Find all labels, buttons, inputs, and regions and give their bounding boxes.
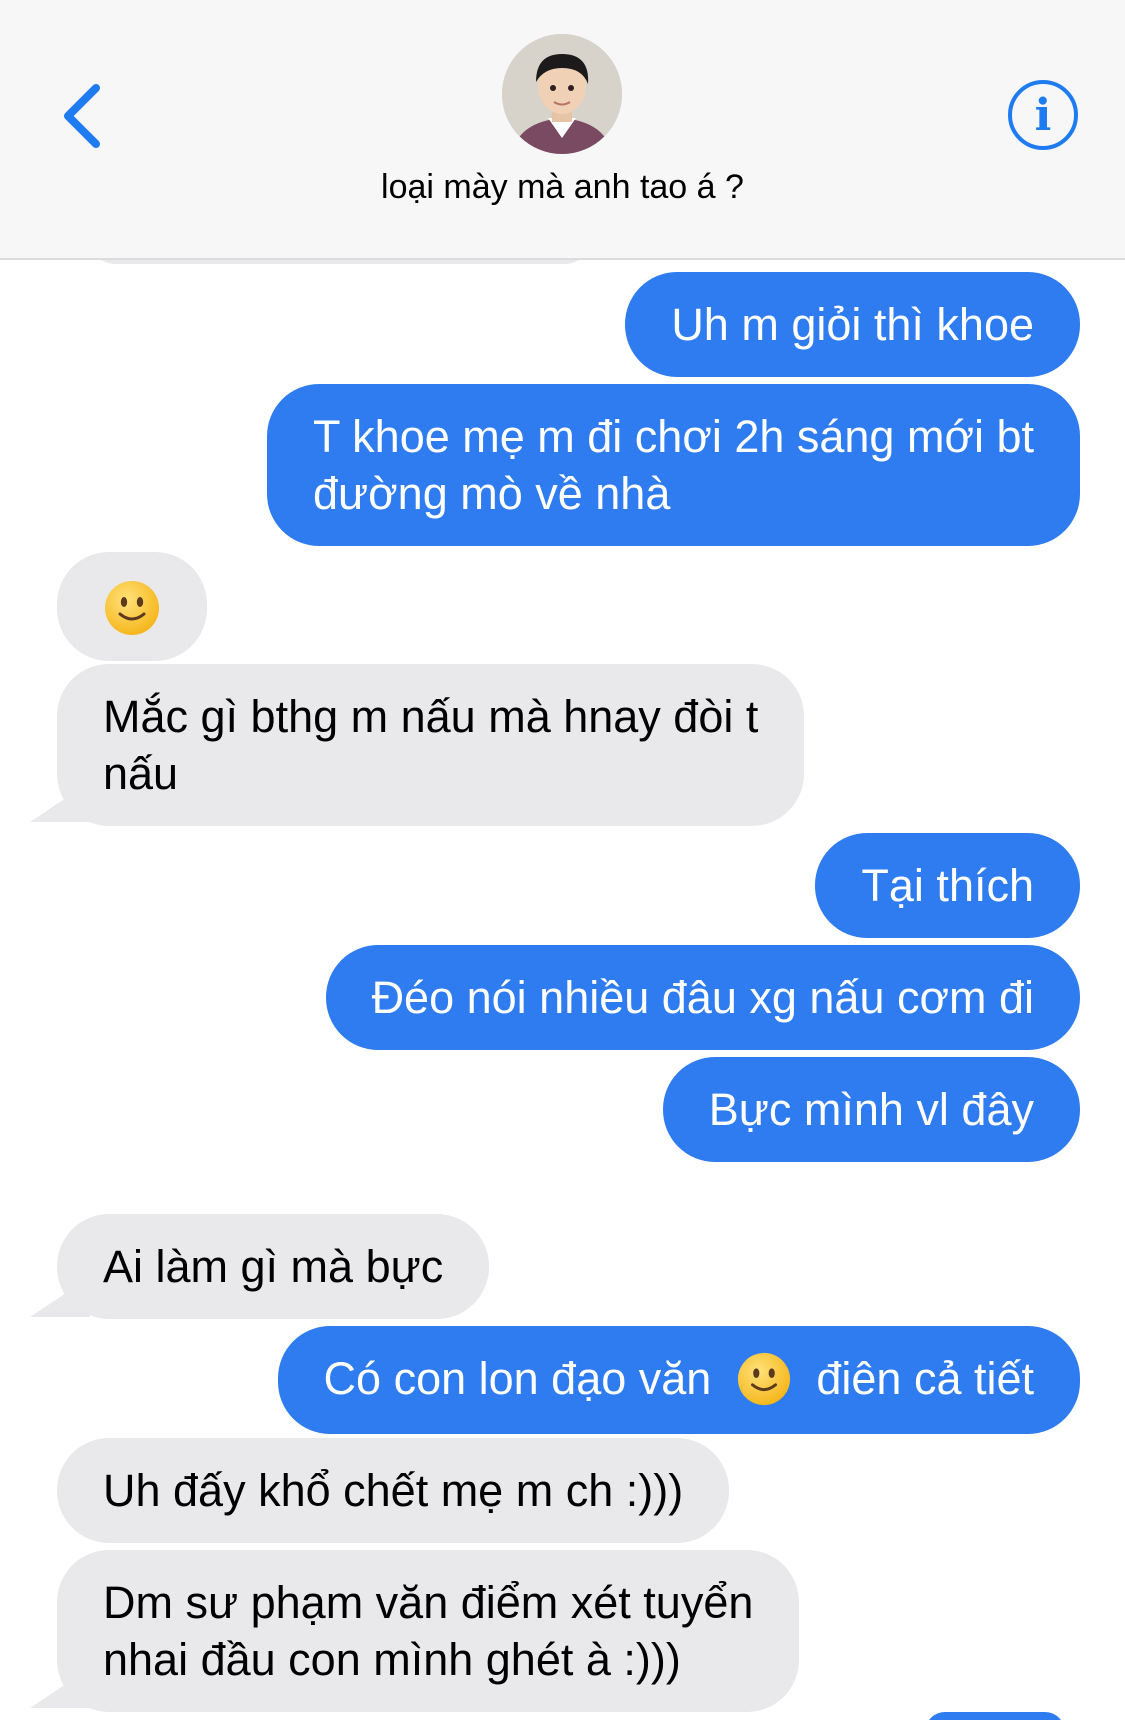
contact-name[interactable]: loại mày mà anh tao á ? [0, 168, 1125, 207]
received-message[interactable]: Uh đấy khổ chết mẹ m ch :))) [57, 1438, 730, 1543]
info-button[interactable]: i [1008, 80, 1078, 150]
message-text-before-emoji: Có con lon đạo văn [323, 1353, 712, 1404]
partially-hidden-message [925, 1712, 1065, 1720]
message-text: Đéo nói nhiều đâu xg nấu cơm đi [371, 972, 1034, 1023]
message-text: Uh m giỏi thì khoe [671, 299, 1034, 350]
message-text: Tại thích [861, 860, 1034, 911]
chevron-left-icon [64, 84, 100, 148]
info-icon: i [1034, 90, 1052, 141]
received-message[interactable]: Ai làm gì mà bực [57, 1214, 490, 1319]
message-text: T khoe mẹ m đi chơi 2h sáng mới bt [313, 411, 1034, 462]
back-button[interactable] [52, 78, 112, 154]
message-text-after-emoji: điên cả tiết [816, 1353, 1034, 1404]
message-text: nhai đầu con mình ghét à :))) [103, 1634, 681, 1685]
message-text: Có con lon đạo văn điên cả tiết [324, 1350, 1034, 1410]
message-text: Bực mình vl đây [708, 1084, 1034, 1135]
sent-message[interactable]: Có con lon đạo văn điên cả tiết [277, 1326, 1080, 1435]
slightly-smiling-face-icon [103, 579, 161, 637]
sent-message[interactable]: T khoe mẹ m đi chơi 2h sáng mới bt đường… [267, 384, 1080, 546]
message-text: đường mò về nhà [313, 468, 671, 519]
contact-avatar[interactable] [502, 34, 622, 154]
message-text: nấu [103, 748, 179, 799]
received-message[interactable]: Mắc gì bthg m nấu mà hnay đòi t nấu [57, 664, 805, 826]
conversation-header: loại mày mà anh tao á ? i [0, 0, 1125, 260]
message-text: Dm sư phạm văn điểm xét tuyển [103, 1577, 754, 1628]
received-message[interactable] [57, 552, 207, 662]
received-message[interactable]: Dm sư phạm văn điểm xét tuyển nhai đầu c… [57, 1550, 800, 1712]
sent-message[interactable]: Tại thích [815, 833, 1080, 938]
message-text: Uh đấy khổ chết mẹ m ch :))) [103, 1465, 684, 1516]
message-text: Mắc gì bthg m nấu mà hnay đòi t [103, 691, 759, 742]
sent-message[interactable]: Uh m giỏi thì khoe [625, 272, 1080, 377]
sent-message[interactable]: Bực mình vl đây [662, 1057, 1080, 1162]
message-text: Ai làm gì mà bực [103, 1241, 444, 1292]
slightly-smiling-face-icon [736, 1351, 792, 1407]
sent-message[interactable]: Đéo nói nhiều đâu xg nấu cơm đi [325, 945, 1080, 1050]
